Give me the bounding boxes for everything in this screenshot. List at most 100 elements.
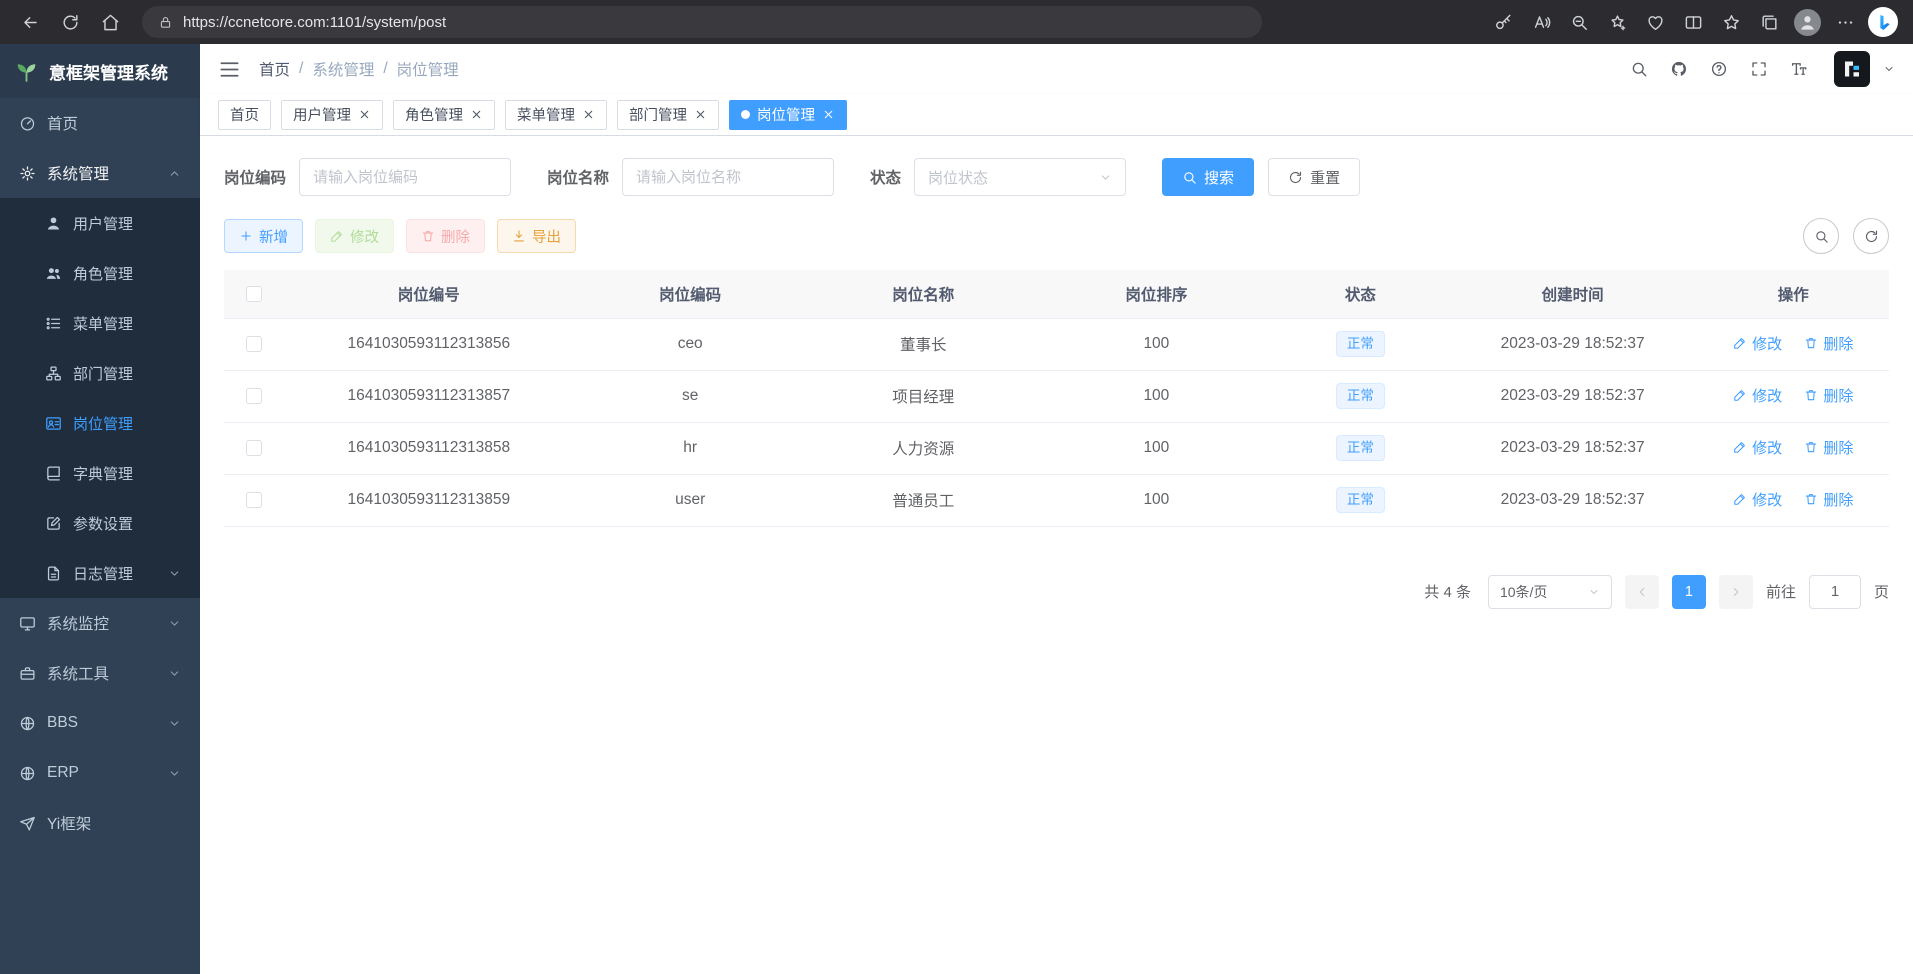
refresh-table-button[interactable] [1853, 218, 1889, 254]
tab-menus[interactable]: 菜单管理 [505, 100, 607, 130]
tab-roles[interactable]: 角色管理 [393, 100, 495, 130]
toggle-search-button[interactable] [1803, 218, 1839, 254]
prev-page-button[interactable] [1625, 575, 1659, 609]
sidebar-item-tools[interactable]: 系统工具 [0, 648, 200, 698]
sidebar-item-dictionary[interactable]: 字典管理 [0, 448, 200, 498]
sidebar-item-parameters[interactable]: 参数设置 [0, 498, 200, 548]
user-icon [45, 215, 62, 232]
sidebar-item-logs[interactable]: 日志管理 [0, 548, 200, 598]
row-edit-link[interactable]: 修改 [1733, 385, 1782, 406]
copilot-button[interactable] [1865, 4, 1901, 40]
browser-home-button[interactable] [92, 4, 128, 40]
sidebar-item-home[interactable]: 首页 [0, 98, 200, 148]
favorites-add-button[interactable] [1599, 4, 1635, 40]
tab-departments[interactable]: 部门管理 [617, 100, 719, 130]
zoom-out-button[interactable] [1561, 4, 1597, 40]
column-post-name: 岗位名称 [807, 270, 1040, 318]
post-name-input[interactable] [622, 158, 834, 196]
sidebar-toggle-icon[interactable] [218, 58, 241, 81]
tab-posts[interactable]: 岗位管理 [729, 100, 847, 130]
edit-icon [330, 229, 344, 243]
row-edit-link[interactable]: 修改 [1733, 437, 1782, 458]
read-aloud-button[interactable] [1523, 4, 1559, 40]
help-button[interactable] [1702, 52, 1736, 86]
row-checkbox[interactable] [246, 440, 262, 456]
sidebar-item-menus[interactable]: 菜单管理 [0, 298, 200, 348]
row-delete-link[interactable]: 删除 [1804, 385, 1853, 406]
tab-home[interactable]: 首页 [218, 100, 271, 130]
page-number-button[interactable]: 1 [1672, 575, 1706, 609]
sidebar-item-roles[interactable]: 角色管理 [0, 248, 200, 298]
split-screen-button[interactable] [1675, 4, 1711, 40]
row-delete-link[interactable]: 删除 [1804, 333, 1853, 354]
close-icon[interactable] [694, 108, 707, 121]
font-size-button[interactable] [1782, 52, 1816, 86]
goto-suffix: 页 [1874, 581, 1889, 602]
chevron-left-icon [1635, 585, 1649, 599]
row-checkbox[interactable] [246, 388, 262, 404]
sidebar-item-bbs[interactable]: BBS [0, 698, 200, 748]
breadcrumb-home[interactable]: 首页 [259, 58, 290, 80]
sidebar-item-yi-framework[interactable]: Yi框架 [0, 798, 200, 848]
sidebar-item-departments[interactable]: 部门管理 [0, 348, 200, 398]
favorites-button[interactable] [1713, 4, 1749, 40]
key-button[interactable] [1485, 4, 1521, 40]
post-code-input[interactable] [299, 158, 511, 196]
chevron-down-icon [168, 567, 181, 580]
paper-plane-icon [19, 815, 36, 832]
reset-button[interactable]: 重置 [1268, 158, 1360, 196]
post-sort: 100 [1040, 370, 1273, 422]
tab-users[interactable]: 用户管理 [281, 100, 383, 130]
row-edit-link[interactable]: 修改 [1733, 333, 1782, 354]
browser-back-button[interactable] [12, 4, 48, 40]
export-button[interactable]: 导出 [497, 219, 576, 253]
sidebar-item-monitoring[interactable]: 系统监控 [0, 598, 200, 648]
next-page-button[interactable] [1719, 575, 1753, 609]
chevron-down-icon [1099, 171, 1112, 184]
user-avatar[interactable] [1834, 51, 1870, 87]
log-icon [45, 565, 62, 582]
post-id: 1641030593112313857 [284, 370, 574, 422]
trash-icon [1804, 440, 1818, 454]
search-button[interactable]: 搜索 [1162, 158, 1254, 196]
browser-more-button[interactable] [1827, 4, 1863, 40]
row-checkbox[interactable] [246, 492, 262, 508]
header-search-button[interactable] [1622, 52, 1656, 86]
goto-page-input[interactable] [1809, 575, 1861, 609]
sidebar-item-erp[interactable]: ERP [0, 748, 200, 798]
row-checkbox[interactable] [246, 336, 262, 352]
fullscreen-button[interactable] [1742, 52, 1776, 86]
delete-button[interactable]: 删除 [406, 219, 485, 253]
post-name-label: 岗位名称 [547, 166, 609, 188]
github-icon [1670, 60, 1688, 78]
browser-refresh-button[interactable] [52, 4, 88, 40]
gear-icon [19, 165, 36, 182]
chevron-down-icon [168, 767, 181, 780]
refresh-icon [1288, 170, 1303, 185]
total-count: 共 4 条 [1424, 581, 1471, 602]
org-tree-icon [45, 365, 62, 382]
close-icon[interactable] [470, 108, 483, 121]
row-edit-link[interactable]: 修改 [1733, 489, 1782, 510]
close-icon[interactable] [358, 108, 371, 121]
post-name: 董事长 [807, 318, 1040, 370]
github-button[interactable] [1662, 52, 1696, 86]
chevron-down-icon[interactable] [1883, 63, 1895, 75]
post-code: user [574, 474, 807, 526]
row-delete-link[interactable]: 删除 [1804, 489, 1853, 510]
page-size-select[interactable]: 10条/页 [1488, 575, 1612, 609]
address-bar[interactable]: https://ccnetcore.com:1101/system/post [142, 6, 1262, 38]
browser-profile-button[interactable] [1789, 4, 1825, 40]
sidebar-item-users[interactable]: 用户管理 [0, 198, 200, 248]
sidebar-item-posts[interactable]: 岗位管理 [0, 398, 200, 448]
status-select[interactable]: 岗位状态 [914, 158, 1126, 196]
row-delete-link[interactable]: 删除 [1804, 437, 1853, 458]
edit-button[interactable]: 修改 [315, 219, 394, 253]
close-icon[interactable] [822, 108, 835, 121]
close-icon[interactable] [582, 108, 595, 121]
select-all-checkbox[interactable] [246, 286, 262, 302]
sidebar-item-system[interactable]: 系统管理 [0, 148, 200, 198]
add-button[interactable]: 新增 [224, 219, 303, 253]
collections-button[interactable] [1751, 4, 1787, 40]
essentials-button[interactable] [1637, 4, 1673, 40]
